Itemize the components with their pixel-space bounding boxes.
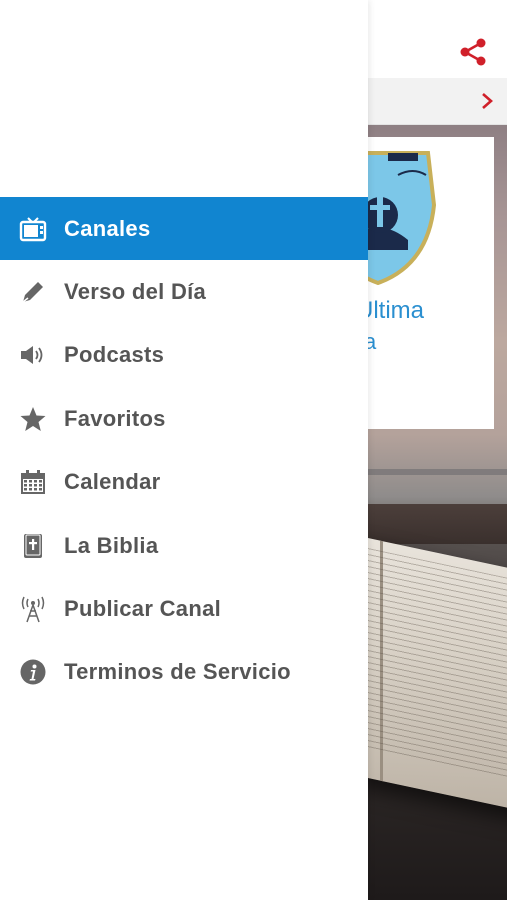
menu-item-favoritos[interactable]: Favoritos [0,387,368,450]
menu-label: Podcasts [64,342,165,368]
tv-icon [18,214,48,244]
channel-logo [368,151,437,285]
open-bible-image [368,535,507,813]
menu-item-podcasts[interactable]: Podcasts [0,324,368,387]
menu-label: Terminos de Servicio [64,659,291,685]
chevron-right-icon[interactable] [477,90,497,112]
channel-title-line1: Última [356,297,425,324]
menu-item-publicar-canal[interactable]: Publicar Canal [0,577,368,640]
menu-label: Verso del Día [64,279,207,305]
menu-item-verso-del-dia[interactable]: Verso del Día [0,260,368,323]
navigation-drawer: Canales Verso del Día Podcasts Favoritos… [0,0,368,900]
menu-label: La Biblia [64,532,159,558]
menu-item-la-biblia[interactable]: La Biblia [0,514,368,577]
menu-item-terminos-de-servicio[interactable]: Terminos de Servicio [0,641,368,704]
star-icon [18,404,48,434]
speaker-icon [18,340,48,370]
pen-icon [18,277,48,307]
channel-card[interactable]: Última a [356,137,494,429]
menu-label: Canales [64,215,151,241]
antenna-icon [18,594,48,624]
category-strip [368,78,507,125]
menu-label: Favoritos [64,405,166,431]
menu-label: Publicar Canal [64,596,222,622]
menu-item-canales[interactable]: Canales [0,197,368,261]
share-icon[interactable] [455,34,491,70]
menu-label: Calendar [64,469,161,495]
drawer-menu: Canales Verso del Día Podcasts Favoritos… [0,197,368,704]
bible-icon [18,531,48,561]
menu-item-calendar[interactable]: Calendar [0,451,368,514]
calendar-icon [18,467,48,497]
info-icon [18,657,48,687]
